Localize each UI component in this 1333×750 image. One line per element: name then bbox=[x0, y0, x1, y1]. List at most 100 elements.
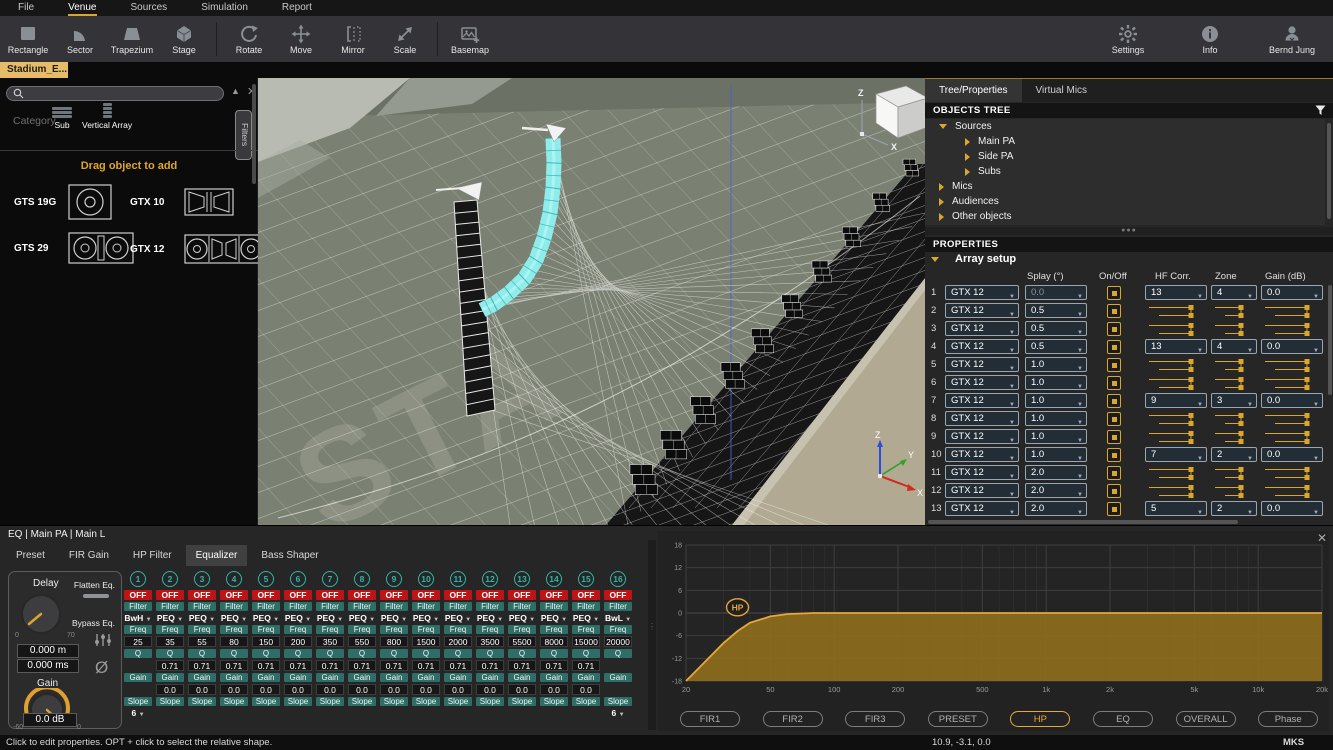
hf-corr-select[interactable]: 13▼ bbox=[1145, 339, 1207, 354]
filter-power-button[interactable]: OFF bbox=[156, 590, 184, 600]
search-input[interactable] bbox=[24, 87, 198, 100]
splay-select[interactable]: 1.0▼ bbox=[1025, 429, 1087, 444]
q-value[interactable]: 0.71 bbox=[412, 660, 440, 671]
tool-bernd-jung[interactable]: Bernd Jung bbox=[1261, 17, 1323, 61]
channel-number-badge[interactable]: 8 bbox=[354, 571, 370, 587]
freq-value[interactable]: 1500 bbox=[412, 636, 440, 647]
hf-corr-select[interactable]: 9▼ bbox=[1145, 393, 1207, 408]
gain-value[interactable]: 0.0 bbox=[380, 684, 408, 695]
q-value[interactable]: 0.71 bbox=[540, 660, 568, 671]
collapse-triangle-icon[interactable] bbox=[939, 124, 947, 129]
on-off-checkbox[interactable] bbox=[1107, 466, 1121, 480]
filter-type-select[interactable]: BwL ▼ bbox=[603, 613, 633, 623]
q-value[interactable]: 0.71 bbox=[220, 660, 248, 671]
eq-tab-bass-shaper[interactable]: Bass Shaper bbox=[251, 545, 328, 566]
collapse-chevron-icon[interactable]: ▲ bbox=[231, 86, 240, 96]
q-value[interactable]: 0.71 bbox=[156, 660, 184, 671]
splay-select[interactable]: 1.0▼ bbox=[1025, 411, 1087, 426]
tool-scale[interactable]: Scale bbox=[379, 17, 431, 61]
library-item-gts-19g[interactable]: GTS 19G bbox=[14, 184, 112, 220]
q-value[interactable]: 0.71 bbox=[508, 660, 536, 671]
graph-button-fir3[interactable]: FIR3 bbox=[845, 711, 905, 727]
q-value[interactable]: 0.71 bbox=[284, 660, 312, 671]
freq-value[interactable]: 550 bbox=[348, 636, 376, 647]
gain-value[interactable]: 0.0 bbox=[284, 684, 312, 695]
model-select[interactable]: GTX 12▼ bbox=[945, 393, 1019, 408]
delay-value-ms[interactable]: 0.000 ms bbox=[17, 659, 79, 673]
on-off-checkbox[interactable] bbox=[1107, 304, 1121, 318]
filter-type-select[interactable]: PEQ ▼ bbox=[219, 613, 249, 623]
eq-tab-hp-filter[interactable]: HP Filter bbox=[123, 545, 182, 566]
model-select[interactable]: GTX 12▼ bbox=[945, 447, 1019, 462]
filter-icon[interactable] bbox=[1315, 105, 1326, 116]
channel-number-badge[interactable]: 9 bbox=[386, 571, 402, 587]
filter-type-select[interactable]: PEQ ▼ bbox=[539, 613, 569, 623]
menu-item-venue[interactable]: Venue bbox=[68, 0, 96, 16]
filter-power-button[interactable]: OFF bbox=[412, 590, 440, 600]
filter-power-button[interactable]: OFF bbox=[284, 590, 312, 600]
tool-settings[interactable]: Settings bbox=[1097, 17, 1159, 61]
channel-number-badge[interactable]: 16 bbox=[610, 571, 626, 587]
gain-value[interactable]: 0.0 bbox=[348, 684, 376, 695]
splay-select[interactable]: 0.5▼ bbox=[1025, 339, 1087, 354]
q-value[interactable]: 0.71 bbox=[348, 660, 376, 671]
channel-number-badge[interactable]: 6 bbox=[290, 571, 306, 587]
filter-type-select[interactable]: PEQ ▼ bbox=[475, 613, 505, 623]
expand-triangle-icon[interactable] bbox=[965, 153, 970, 161]
model-select[interactable]: GTX 12▼ bbox=[945, 285, 1019, 300]
filter-power-button[interactable]: OFF bbox=[188, 590, 216, 600]
gain-value[interactable]: 0.0 bbox=[412, 684, 440, 695]
on-off-checkbox[interactable] bbox=[1107, 358, 1121, 372]
tree-node-sources[interactable]: Sources bbox=[925, 119, 1325, 134]
project-tab[interactable]: Stadium_E... bbox=[0, 62, 68, 78]
filter-power-button[interactable]: OFF bbox=[380, 590, 408, 600]
splay-select[interactable]: 2.0▼ bbox=[1025, 465, 1087, 480]
eq-tab-equalizer[interactable]: Equalizer bbox=[186, 545, 248, 566]
freq-value[interactable]: 80 bbox=[220, 636, 248, 647]
gain-value[interactable]: 0.0 bbox=[252, 684, 280, 695]
tree-node-main-pa[interactable]: Main PA bbox=[925, 134, 1325, 149]
on-off-checkbox[interactable] bbox=[1107, 430, 1121, 444]
eq-graph-splitter[interactable]: ⋮ bbox=[648, 540, 656, 730]
graph-button-phase[interactable]: Phase bbox=[1258, 711, 1318, 727]
expand-triangle-icon[interactable] bbox=[939, 198, 944, 206]
category-sub[interactable]: Sub bbox=[52, 106, 72, 130]
filter-power-button[interactable]: OFF bbox=[604, 590, 632, 600]
graph-button-hp[interactable]: HP bbox=[1010, 711, 1070, 727]
model-select[interactable]: GTX 12▼ bbox=[945, 321, 1019, 336]
freq-value[interactable]: 20000 bbox=[604, 636, 632, 647]
menu-item-sources[interactable]: Sources bbox=[131, 0, 168, 16]
zone-select[interactable]: 4▼ bbox=[1211, 339, 1257, 354]
phase-invert-button[interactable]: Ø bbox=[95, 658, 108, 678]
gain-value[interactable]: 0.0 bbox=[508, 684, 536, 695]
freq-value[interactable]: 35 bbox=[156, 636, 184, 647]
splay-select[interactable]: 1.0▼ bbox=[1025, 393, 1087, 408]
gain-value[interactable]: 0.0 bbox=[444, 684, 472, 695]
filter-type-select[interactable]: PEQ ▼ bbox=[251, 613, 281, 623]
channel-number-badge[interactable]: 1 bbox=[130, 571, 146, 587]
tree-node-subs[interactable]: Subs bbox=[925, 164, 1325, 179]
graph-button-eq[interactable]: EQ bbox=[1093, 711, 1153, 727]
model-select[interactable]: GTX 12▼ bbox=[945, 411, 1019, 426]
graph-button-overall[interactable]: OVERALL bbox=[1176, 711, 1236, 727]
q-value[interactable]: 0.71 bbox=[476, 660, 504, 671]
filter-type-select[interactable]: BwH ▼ bbox=[123, 613, 153, 623]
freq-value[interactable]: 8000 bbox=[540, 636, 568, 647]
bypass-eq-button[interactable] bbox=[93, 632, 113, 648]
properties-hscrollbar[interactable] bbox=[928, 520, 1238, 524]
on-off-checkbox[interactable] bbox=[1107, 502, 1121, 516]
graph-button-fir2[interactable]: FIR2 bbox=[763, 711, 823, 727]
tool-rectangle[interactable]: Rectangle bbox=[2, 17, 54, 61]
filter-power-button[interactable]: OFF bbox=[252, 590, 280, 600]
on-off-checkbox[interactable] bbox=[1107, 286, 1121, 300]
viewport-3d[interactable]: STA Z X bbox=[258, 78, 925, 525]
menu-item-report[interactable]: Report bbox=[282, 0, 312, 16]
gain-select[interactable]: 0.0▼ bbox=[1261, 285, 1323, 300]
model-select[interactable]: GTX 12▼ bbox=[945, 339, 1019, 354]
model-select[interactable]: GTX 12▼ bbox=[945, 357, 1019, 372]
gain-value[interactable]: 0.0 bbox=[188, 684, 216, 695]
filter-power-button[interactable]: OFF bbox=[540, 590, 568, 600]
filter-power-button[interactable]: OFF bbox=[348, 590, 376, 600]
filter-type-select[interactable]: PEQ ▼ bbox=[507, 613, 537, 623]
tool-mirror[interactable]: Mirror bbox=[327, 17, 379, 61]
